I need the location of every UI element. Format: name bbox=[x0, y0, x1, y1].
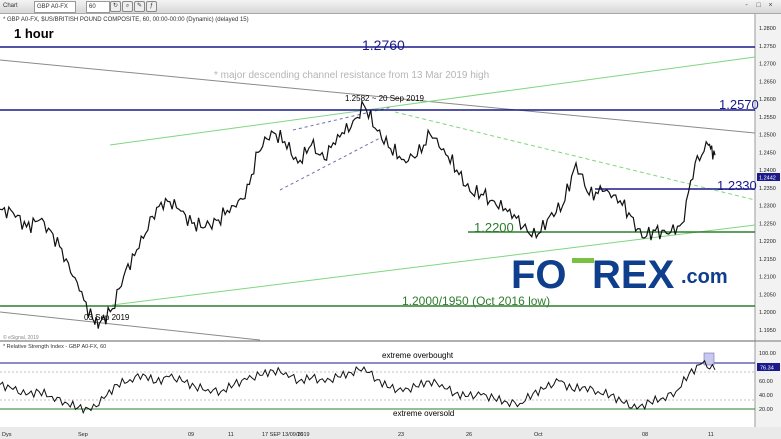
price-tick-label: 1.2000 bbox=[759, 310, 776, 316]
logo-green-bar bbox=[572, 258, 594, 263]
logo-com-text: .com bbox=[681, 266, 728, 288]
series-description: * GBP A0-FX, $US/BRITISH POUND COMPOSITE… bbox=[3, 17, 249, 23]
watermark: © eSignal, 2019 bbox=[3, 334, 39, 341]
time-tick-label: 26 bbox=[466, 432, 472, 438]
price-tick-label: 1.2250 bbox=[759, 221, 776, 227]
price-tick-label: 1.2200 bbox=[759, 239, 776, 245]
channel-note: * major descending channel resistance fr… bbox=[214, 70, 489, 81]
price-tick-label: 1.2500 bbox=[759, 133, 776, 139]
rsi-title: * Relative Strength Index - GBP A0-FX, 6… bbox=[3, 344, 106, 350]
level-label-12330: 1.2330 bbox=[717, 178, 757, 193]
timeframe-label: 1 hour bbox=[14, 26, 54, 41]
time-tick-label: 23 bbox=[398, 432, 404, 438]
trough-label: 03 Sep 2019 bbox=[84, 313, 130, 322]
price-tick-label: 1.2550 bbox=[759, 115, 776, 121]
chart-canvas: 1.28001.27501.27001.26501.26001.25501.25… bbox=[0, 14, 781, 439]
price-tick-label: 1.2150 bbox=[759, 257, 776, 263]
time-tick-label: Sep bbox=[78, 432, 88, 438]
price-tick-label: 1.2450 bbox=[759, 150, 776, 156]
price-tick-label: 1.2650 bbox=[759, 79, 776, 85]
price-tick-label: 1.2600 bbox=[759, 97, 776, 103]
rsi-overbought-label: extreme overbought bbox=[382, 351, 454, 360]
price-tick-label: 1.1950 bbox=[759, 328, 776, 334]
level-label-12200: 1.2200 bbox=[474, 220, 514, 235]
price-tick-label: 1.2350 bbox=[759, 186, 776, 192]
time-tick-label: 09 bbox=[188, 432, 194, 438]
time-tick-label: 16 bbox=[297, 432, 303, 438]
last-price-value: 1.2442 bbox=[759, 176, 776, 182]
time-tick-label: 11 bbox=[228, 432, 234, 438]
price-tick-label: 1.2700 bbox=[759, 62, 776, 68]
peak-label: 1.2582 ~ 20 Sep 2019 bbox=[345, 94, 425, 103]
rsi-tick-label: 20.00 bbox=[759, 407, 773, 413]
time-tick-label: 08 bbox=[642, 432, 648, 438]
rsi-tick-label: 100.00 bbox=[759, 351, 776, 357]
time-tick-label: 11 bbox=[708, 432, 714, 438]
rsi-tick-label: 40.00 bbox=[759, 393, 773, 399]
time-axis-bg bbox=[0, 427, 781, 439]
price-tick-label: 1.2750 bbox=[759, 44, 776, 50]
logo-rex-text: REX bbox=[592, 253, 675, 297]
rsi-last-value: 76.34 bbox=[760, 366, 774, 372]
level-label-12760: 1.2760 bbox=[362, 37, 405, 53]
price-tick-label: 1.2100 bbox=[759, 275, 776, 281]
price-tick-label: 1.2050 bbox=[759, 292, 776, 298]
rsi-tick-label: 60.00 bbox=[759, 379, 773, 385]
rsi-oversold-label: extreme oversold bbox=[393, 409, 454, 418]
logo-fo-text: FO bbox=[511, 253, 567, 297]
price-tick-label: 1.2300 bbox=[759, 204, 776, 210]
price-tick-label: 1.2800 bbox=[759, 26, 776, 32]
time-tick-label: Dys bbox=[2, 432, 12, 438]
rsi-panel bbox=[0, 342, 755, 427]
level-label-12570: 1.2570 bbox=[719, 97, 759, 112]
time-tick-label: Oct bbox=[534, 432, 543, 438]
